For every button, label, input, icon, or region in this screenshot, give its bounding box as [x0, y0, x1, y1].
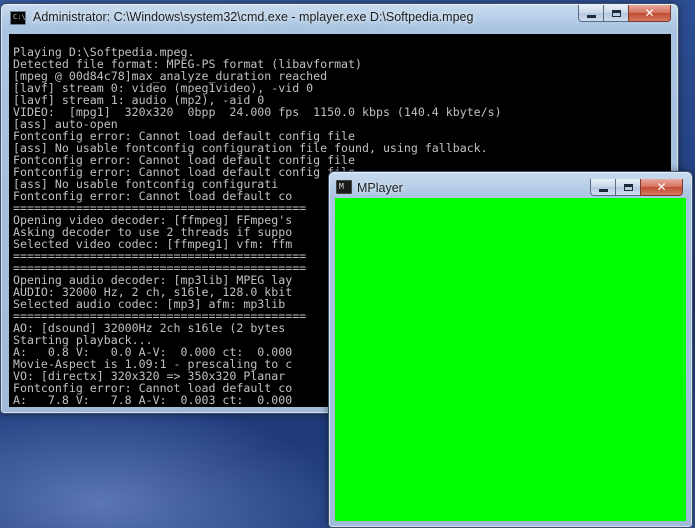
- cmd-window-controls: ✕: [578, 5, 671, 23]
- mplayer-minimize-button[interactable]: [590, 179, 616, 196]
- close-icon: ✕: [644, 6, 655, 20]
- mplayer-window[interactable]: M MPlayer ✕: [328, 171, 693, 528]
- close-icon: ✕: [656, 180, 667, 194]
- cmd-window-title: Administrator: C:\Windows\system32\cmd.e…: [33, 10, 474, 24]
- minimize-icon: [586, 14, 596, 18]
- cmd-maximize-button[interactable]: [603, 5, 629, 22]
- mplayer-titlebar[interactable]: M MPlayer ✕: [329, 172, 692, 199]
- maximize-icon: [611, 9, 621, 17]
- mplayer-maximize-button[interactable]: [615, 179, 641, 196]
- cmd-app-icon[interactable]: C:\: [10, 11, 26, 25]
- cmd-minimize-button[interactable]: [578, 5, 604, 22]
- mplayer-window-controls: ✕: [590, 179, 683, 197]
- video-display[interactable]: [335, 198, 686, 521]
- mplayer-app-icon[interactable]: M: [336, 180, 352, 194]
- cmd-icon-label: C:\: [13, 13, 26, 21]
- maximize-icon: [623, 183, 633, 191]
- mplayer-window-title: MPlayer: [357, 181, 403, 195]
- cmd-titlebar[interactable]: C:\ Administrator: C:\Windows\system32\c…: [1, 4, 678, 31]
- minimize-icon: [598, 188, 608, 192]
- mplayer-icon-label: M: [339, 182, 344, 191]
- desktop-background: [0, 400, 340, 528]
- cmd-close-button[interactable]: ✕: [628, 5, 671, 22]
- mplayer-close-button[interactable]: ✕: [640, 179, 683, 196]
